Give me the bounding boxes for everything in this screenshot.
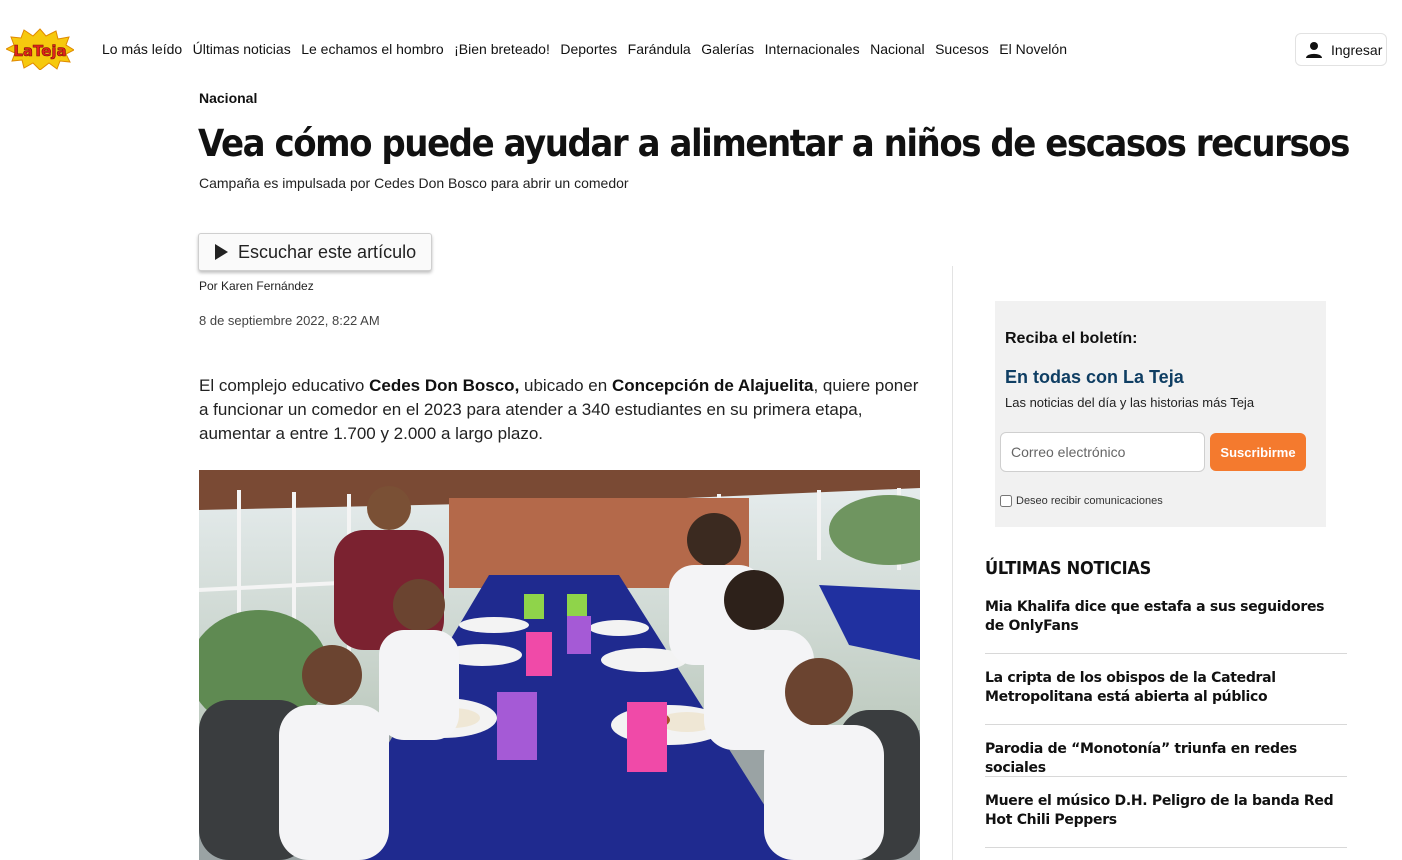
section-label[interactable]: Nacional [199, 90, 257, 106]
newsletter-description: Las noticias del día y las historias más… [1005, 395, 1255, 410]
nav-link-ultimas-noticias[interactable]: Últimas noticias [193, 41, 291, 57]
article-byline: Por Karen Fernández [199, 279, 314, 293]
article-photo [199, 470, 920, 860]
latest-news-item: Muere el músico D.H. Peligro de la banda… [985, 792, 1347, 848]
column-divider [952, 266, 953, 860]
nav-link-le-echamos-el-hombro[interactable]: Le echamos el hombro [301, 41, 443, 57]
article-subhead: Campaña es impulsada por Cedes Don Bosco… [199, 175, 629, 191]
nav-link-deportes[interactable]: Deportes [560, 41, 617, 57]
nav-link-bien-breteado[interactable]: ¡Bien breteado! [454, 41, 550, 57]
latest-news-item: La cripta de los obispos de la Catedral … [985, 669, 1347, 725]
latest-news-item: Parodia de “Monotonía” triunfa en redes … [985, 740, 1347, 778]
newsletter-brand: En todas con La Teja [1005, 367, 1184, 387]
newsletter-box: Reciba el boletín: En todas con La Teja … [995, 301, 1326, 527]
login-button[interactable]: Ingresar [1295, 33, 1387, 66]
listen-label: Escuchar este artículo [238, 241, 417, 262]
nav-links: Lo más leído Últimas noticias Le echamos… [102, 41, 1077, 57]
latest-news-link[interactable]: La cripta de los obispos de la Catedral … [985, 669, 1347, 707]
newsletter-subscribe-button[interactable]: Suscribirme [1210, 433, 1306, 471]
login-label: Ingresar [1331, 41, 1383, 58]
svg-text:LaTeja: LaTeja [13, 42, 66, 60]
newsletter-email-input[interactable] [1000, 432, 1205, 472]
newsletter-title: Reciba el boletín: [1005, 330, 1138, 347]
play-icon [215, 244, 228, 260]
nav-link-el-novelon[interactable]: El Novelón [999, 41, 1067, 57]
user-icon [1306, 41, 1322, 58]
paragraph-text: El complejo educativo [199, 376, 370, 395]
article-headline: Vea cómo puede ayudar a alimentar a niño… [198, 122, 1350, 165]
nav-link-galerias[interactable]: Galerías [701, 41, 754, 57]
latest-news-link[interactable]: Parodia de “Monotonía” triunfa en redes … [985, 740, 1347, 778]
latest-news-divider [985, 847, 1347, 848]
latest-news-item: Mia Khalifa dice que estafa a sus seguid… [985, 598, 1347, 654]
paragraph-text: ubicado en [519, 376, 612, 395]
listen-article-button[interactable]: Escuchar este artículo [198, 233, 432, 271]
latest-news-divider [985, 724, 1347, 725]
nav-link-sucesos[interactable]: Sucesos [935, 41, 989, 57]
latest-news-divider [985, 776, 1347, 777]
article-date: 8 de septiembre 2022, 8:22 AM [199, 313, 380, 328]
nav-link-internacionales[interactable]: Internacionales [765, 41, 860, 57]
latest-news-link[interactable]: Muere el músico D.H. Peligro de la banda… [985, 792, 1347, 830]
newsletter-consent[interactable]: Deseo recibir comunicaciones [1000, 495, 1163, 507]
paragraph-bold-location: Concepción de Alajuelita [611, 376, 814, 395]
nav-link-nacional[interactable]: Nacional [870, 41, 924, 57]
la-teja-logo[interactable]: LaTeja [6, 28, 74, 70]
latest-news-link[interactable]: Mia Khalifa dice que estafa a sus seguid… [985, 598, 1347, 636]
article-paragraph: El complejo educativo Cedes Don Bosco, u… [199, 374, 919, 446]
latest-news-title: ÚLTIMAS NOTICIAS [985, 558, 1152, 579]
nav-link-farandula[interactable]: Farándula [628, 41, 691, 57]
nav-link-mas-leido[interactable]: Lo más leído [102, 41, 182, 57]
children-dining-photo [199, 470, 920, 860]
latest-news-divider [985, 653, 1347, 654]
newsletter-consent-label: Deseo recibir comunicaciones [1016, 495, 1163, 507]
paragraph-bold-cedes: Cedes Don Bosco, [369, 376, 520, 395]
newsletter-consent-checkbox[interactable] [1000, 495, 1012, 507]
top-navigation: LaTeja Lo más leído Últimas noticias Le … [0, 0, 1402, 100]
